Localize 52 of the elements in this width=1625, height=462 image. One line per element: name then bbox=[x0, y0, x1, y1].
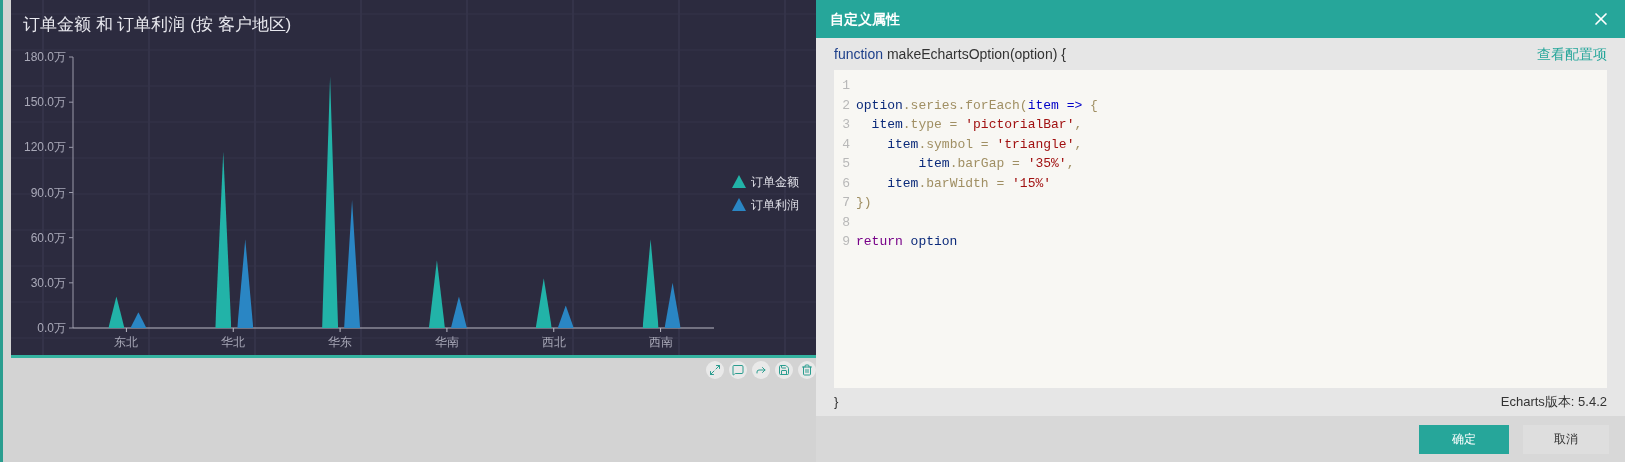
y-axis-label: 90.0万 bbox=[30, 185, 66, 200]
code-line: option.series.forEach(item => { bbox=[856, 96, 1098, 115]
tool-button[interactable] bbox=[706, 361, 724, 379]
save-icon bbox=[778, 364, 790, 376]
code-line: return option bbox=[856, 233, 958, 251]
code-line: item.symbol = 'triangle', bbox=[886, 135, 1083, 154]
legend-triangle-icon bbox=[732, 175, 746, 188]
chart-card[interactable]: 订单金额 和 订单利润 (按 客户地区) 180.0万 150.0万 120.0万 90.0万 60.0万 30.0万 0.0万 东北 华北 华东 华南 西北 西南 订单金额 订单利润 bbox=[11, 0, 816, 358]
line-number: 8 bbox=[841, 213, 851, 232]
tool-button[interactable] bbox=[729, 361, 747, 379]
code-line: }) bbox=[856, 194, 872, 212]
code-editor[interactable]: 1 2 option.series.forEach(item => { 3 item.type = 'pictorialBar', 4 item.symbol = 'triangle', 5 item.barGap = '35%', 6 item.barWidth = '15%' 7 }) 8 9 return option bbox=[834, 70, 1607, 388]
y-axis-label: 0.0万 bbox=[37, 321, 66, 335]
comment-icon bbox=[732, 364, 744, 376]
tool-button[interactable] bbox=[775, 361, 793, 379]
legend-label[interactable]: 订单利润 bbox=[751, 198, 799, 212]
code-line: item.barWidth = '15%' bbox=[886, 174, 1052, 193]
triangle-bar bbox=[557, 305, 574, 328]
y-axis-label: 60.0万 bbox=[30, 230, 66, 245]
dialog-title: 自定义属性 bbox=[830, 9, 900, 29]
code-line: item.barGap = '35%', bbox=[917, 155, 1075, 173]
y-axis-label: 150.0万 bbox=[23, 95, 66, 110]
x-axis-label: 西北 bbox=[541, 335, 566, 349]
y-axis-label: 30.0万 bbox=[30, 275, 66, 290]
y-axis-label: 180.0万 bbox=[23, 50, 66, 64]
x-axis-label: 西南 bbox=[648, 335, 673, 349]
line-number: 9 bbox=[841, 233, 851, 251]
x-axis-label: 华东 bbox=[328, 335, 353, 349]
line-number: 7 bbox=[841, 194, 851, 212]
line-number: 3 bbox=[841, 116, 851, 134]
function-signature: function makeEchartsOption(option) { bbox=[834, 44, 1066, 64]
legend-triangle-icon bbox=[732, 198, 746, 211]
tool-button[interactable] bbox=[752, 361, 770, 379]
version-label: Echarts版本: 5.4.2 bbox=[1500, 393, 1607, 412]
x-axis-label: 华北 bbox=[221, 335, 246, 349]
cancel-button[interactable]: 取消 bbox=[1523, 424, 1609, 454]
trash-icon bbox=[801, 364, 813, 376]
line-number: 5 bbox=[841, 155, 851, 173]
legend-label[interactable]: 订单金额 bbox=[751, 175, 799, 189]
tool-button[interactable] bbox=[798, 361, 816, 379]
line-number: 1 bbox=[841, 77, 851, 95]
closing-brace: } bbox=[834, 393, 839, 412]
line-number: 4 bbox=[841, 135, 851, 154]
x-axis-label: 华南 bbox=[434, 335, 459, 349]
line-number: 6 bbox=[841, 174, 851, 193]
line-number: 2 bbox=[841, 96, 851, 115]
x-axis-label: 东北 bbox=[114, 335, 139, 349]
share-icon bbox=[755, 364, 767, 376]
code-line: item.type = 'pictorialBar', bbox=[870, 116, 1083, 134]
y-axis-label: 120.0万 bbox=[23, 140, 66, 155]
expand-icon bbox=[709, 364, 721, 376]
chart-title: 订单金额 和 订单利润 (按 客户地区) bbox=[23, 15, 292, 34]
